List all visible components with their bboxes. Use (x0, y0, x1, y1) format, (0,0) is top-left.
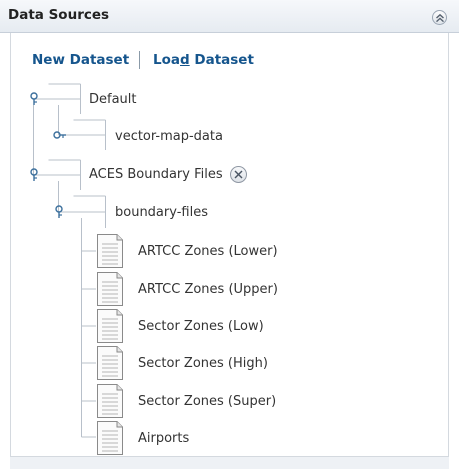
key-icon[interactable] (53, 205, 65, 219)
document-icon (97, 309, 123, 343)
tree-node-boundary-files[interactable]: boundary-files (115, 205, 208, 220)
remove-dataset-button[interactable] (230, 166, 247, 183)
remove-x-icon (234, 170, 243, 179)
file-name: Sector Zones (Low) (138, 319, 264, 334)
key-icon[interactable] (53, 129, 67, 141)
document-icon (97, 384, 123, 418)
data-sources-panel: Data Sources New Dataset Load Dataset De… (0, 0, 459, 469)
document-icon (97, 346, 123, 380)
file-name: Sector Zones (Super) (138, 394, 277, 409)
file-name: ARTCC Zones (Upper) (138, 282, 278, 297)
file-name: Sector Zones (High) (138, 356, 268, 371)
tree-node-default[interactable]: Default (89, 92, 137, 107)
document-icon (97, 234, 123, 268)
file-name: Airports (138, 431, 190, 446)
tree-node-aces-boundary-files[interactable]: ACES Boundary Files (89, 167, 223, 182)
document-icon (97, 421, 123, 455)
document-icon (97, 272, 123, 306)
file-name: ARTCC Zones (Lower) (138, 244, 278, 259)
key-icon[interactable] (28, 92, 40, 106)
key-icon[interactable] (28, 168, 40, 182)
tree-node-vector-map-data[interactable]: vector-map-data (115, 129, 223, 144)
